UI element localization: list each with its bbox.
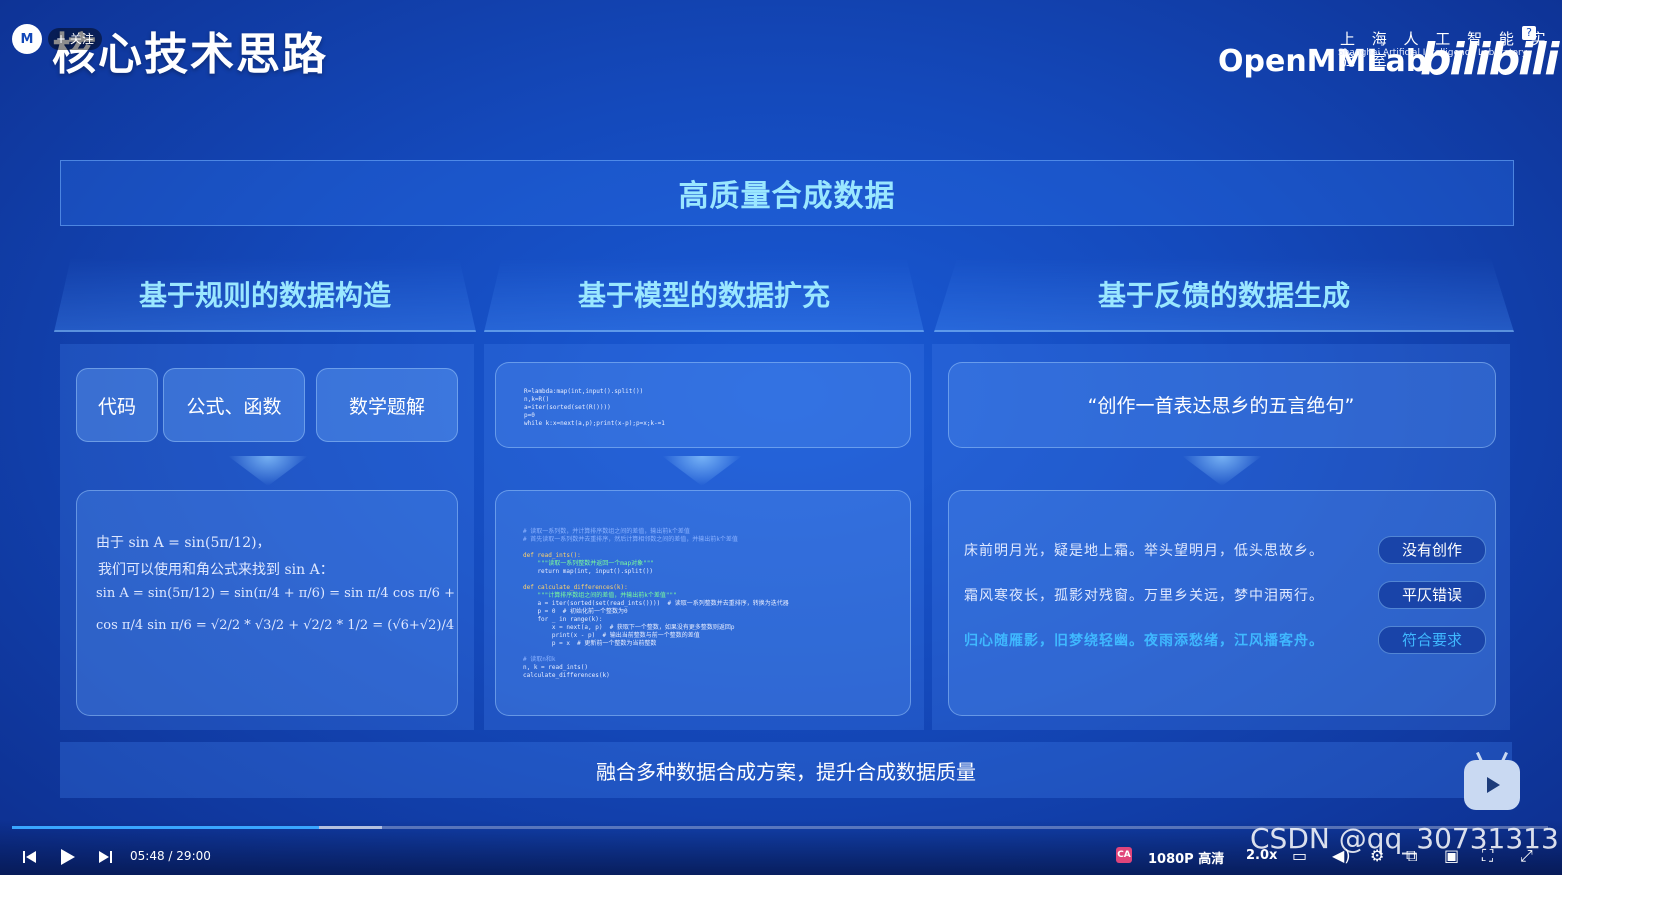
prompt-text: “创作一首表达思乡的五言绝句” <box>1087 394 1355 417</box>
math-card <box>76 490 458 716</box>
help-icon[interactable]: ? <box>1522 26 1536 40</box>
code-snippet-output: # 读取一系列数，并计算排序数组之间的差值，输出前k个差值 # 首先读取一系列数并… <box>523 528 789 680</box>
pill-formula: 公式、函数 <box>163 368 305 442</box>
code-line: def calculate_differences(k): <box>523 584 628 591</box>
code-line: for _ in range(k): <box>523 616 603 623</box>
math-line: sin A = sin(5π/12) = sin(π/4 + π/6) = si… <box>96 586 455 601</box>
code-line: print(x - p) # 输出当前整数与前一个整数的差值 <box>523 632 700 639</box>
math-line: 我们可以使用和角公式来找到 sin A： <box>98 562 334 578</box>
follow-button[interactable]: + 关注 <box>48 28 102 50</box>
csdn-watermark: CSDN @qq_30731313 <box>1250 822 1559 855</box>
floating-play-button[interactable] <box>1464 760 1520 810</box>
code-line: def read_ints(): <box>523 552 581 559</box>
ai-subtitle-icon[interactable]: CA <box>1116 847 1132 863</box>
bilibili-logo: bilibili <box>1420 34 1559 85</box>
code-line: # 首先读取一系列数并去重排序，然后计算相邻数之间的差值，并输出前k个差值 <box>523 536 738 543</box>
play-icon[interactable] <box>58 848 76 866</box>
quality-selector[interactable]: 1080P 高清 <box>1148 848 1224 867</box>
poem-line-good: 归心随雁影，旧梦绕轻幽。夜雨添愁绪，江风播客舟。 <box>964 633 1324 649</box>
column-title-model: 基于模型的数据扩充 <box>484 258 924 332</box>
time-separator: / <box>168 849 173 863</box>
progress-fill <box>12 826 320 829</box>
pill-math-solution: 数学题解 <box>316 368 458 442</box>
code-line: return map(int, input().split()) <box>523 568 654 575</box>
code-line: n, k = read_ints() <box>523 664 589 671</box>
column-title-rules: 基于规则的数据构造 <box>54 258 476 332</box>
poem-line: 床前明月光，疑是地上霜。举头望明月，低头思故乡。 <box>964 543 1324 559</box>
video-frame[interactable]: M 核心技术思路 + 关注 OpenMMLab 上 海 人 工 智 能 实 验 … <box>0 0 1562 875</box>
uploader-avatar[interactable]: M <box>12 24 42 54</box>
code-line: # 读取一系列数，并计算排序数组之间的差值，输出前k个差值 <box>523 528 690 535</box>
next-icon[interactable] <box>97 850 113 864</box>
play-icon <box>1487 777 1500 793</box>
total-time: 29:00 <box>176 849 211 863</box>
time-display: 05:48 / 29:00 <box>130 849 211 863</box>
poem-tag: 平仄错误 <box>1378 581 1486 609</box>
math-line: cos π/4 sin π/6 = √2/2 * √3/2 + √2/2 * 1… <box>96 618 455 633</box>
code-line: # 读取n和k <box>523 656 556 663</box>
code-line: calculate_differences(k) <box>523 672 610 679</box>
code-line: a = iter(sorted(set(read_ints()))) # 读取一… <box>523 600 789 607</box>
math-line: 由于 sin A = sin(5π/12)， <box>96 535 271 551</box>
summary-box: 融合多种数据合成方案，提升合成数据质量 <box>60 742 1512 798</box>
pill-code: 代码 <box>76 368 158 442</box>
code-line: p = 0 # 初始化前一个整数为0 <box>523 608 628 615</box>
code-line: """计算排序数组之间的差值，并输出前k个差值""" <box>523 592 677 599</box>
previous-icon[interactable] <box>22 850 38 864</box>
code-snippet-input: R=lambda:map(int,input().split()) n,k=R(… <box>524 388 665 427</box>
banner-title: 高质量合成数据 <box>60 160 1514 226</box>
code-line: x = next(a, p) # 获取下一个整数，如果没有更多整数则返回p <box>523 624 735 631</box>
code-line: p = x # 更新前一个整数为当前整数 <box>523 640 657 647</box>
poem-line: 霜风寒夜长，孤影对残窗。万里乡关远，梦中泪两行。 <box>964 588 1324 604</box>
poem-tag-good: 符合要求 <box>1378 626 1486 654</box>
code-line: """读取一系列整数并返回一个map对象""" <box>523 560 654 567</box>
current-time: 05:48 <box>130 849 165 863</box>
poem-tag: 没有创作 <box>1378 536 1486 564</box>
column-title-feedback: 基于反馈的数据生成 <box>934 258 1514 332</box>
